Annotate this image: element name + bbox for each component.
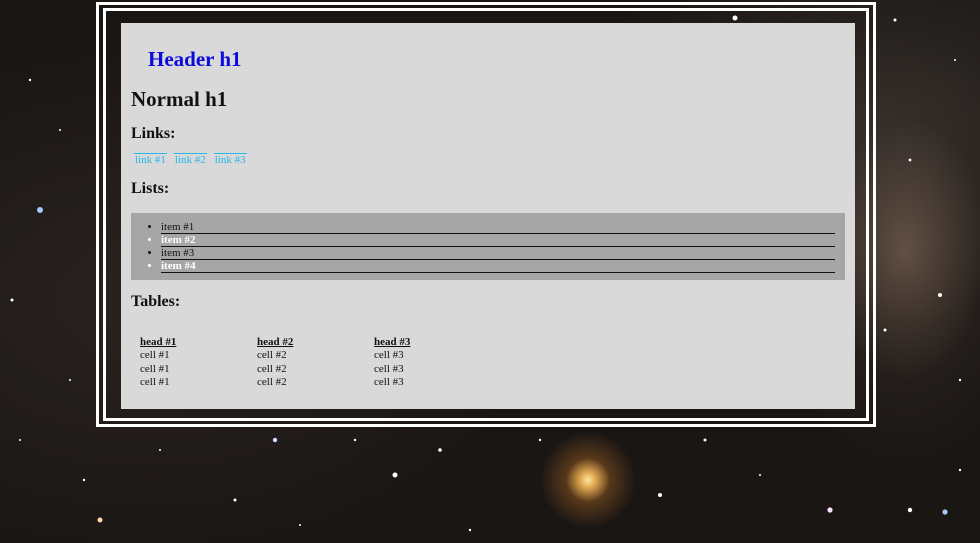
table-header-cell: head #2 xyxy=(257,336,294,348)
list-item: item #4 xyxy=(161,260,835,273)
data-table: head #1 head #2 head #3 cell #1 cell #2 … xyxy=(137,336,488,390)
tables-heading: Tables: xyxy=(131,293,181,310)
table-cell: cell #2 xyxy=(257,376,287,388)
header-h1: Header h1 xyxy=(148,47,242,71)
table-cell: cell #1 xyxy=(140,349,170,361)
table-row: cell #1 cell #2 cell #3 xyxy=(137,349,488,363)
links-row: link #1 link #2 link #3 xyxy=(134,153,254,166)
table-header-cell: head #3 xyxy=(374,336,411,348)
link-3[interactable]: link #3 xyxy=(213,153,247,166)
table-header-row: head #1 head #2 head #3 xyxy=(137,336,488,349)
table-cell: cell #3 xyxy=(374,362,404,375)
content-panel: Header h1 Normal h1 Links: link #1 link #… xyxy=(121,23,855,409)
list-item: item #3 xyxy=(161,247,835,260)
table-cell: cell #3 xyxy=(374,349,404,361)
link-2[interactable]: link #2 xyxy=(173,153,207,166)
table-cell: cell #2 xyxy=(257,349,287,361)
list-item: item #2 xyxy=(161,234,835,247)
list-item: item #1 xyxy=(161,221,835,234)
lists-heading: Lists: xyxy=(131,180,170,197)
table-header-cell: head #1 xyxy=(140,336,177,348)
table-cell: cell #1 xyxy=(140,362,170,375)
links-heading: Links: xyxy=(131,125,176,142)
table-row: cell #1 cell #2 cell #3 xyxy=(137,363,488,377)
table-cell: cell #2 xyxy=(257,362,287,375)
list-container: item #1 item #2 item #3 item #4 xyxy=(131,213,845,280)
link-1[interactable]: link #1 xyxy=(134,153,167,166)
bullet-list: item #1 item #2 item #3 item #4 xyxy=(141,221,835,273)
table-row: cell #1 cell #2 cell #3 xyxy=(137,376,488,390)
table-cell: cell #3 xyxy=(374,376,404,388)
table-cell: cell #1 xyxy=(140,376,170,388)
normal-h1: Normal h1 xyxy=(131,87,228,111)
